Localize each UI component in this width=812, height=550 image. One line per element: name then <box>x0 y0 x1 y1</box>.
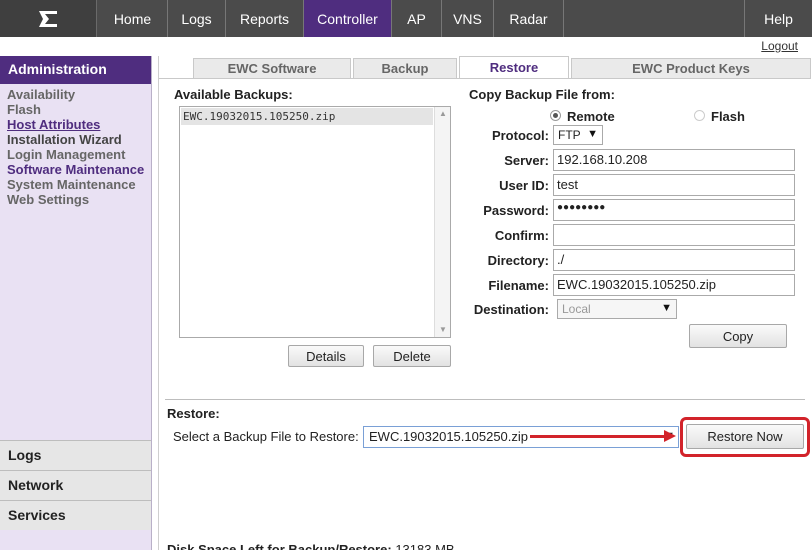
app-window: Home Logs Reports Controller AP VNS Rada… <box>0 0 812 550</box>
nav-controller[interactable]: Controller <box>304 0 392 37</box>
extreme-logo[interactable] <box>0 0 97 37</box>
userid-label: User ID: <box>499 178 549 193</box>
restore-section-title: Restore: <box>167 406 220 421</box>
nav-ap[interactable]: AP <box>392 0 442 37</box>
available-backups-title: Available Backups: <box>174 87 293 102</box>
flash-radio-label: Flash <box>711 109 745 124</box>
scroll-down-icon[interactable]: ▼ <box>439 325 447 334</box>
flash-radio[interactable] <box>694 110 705 121</box>
extreme-logo-icon <box>39 10 57 27</box>
filename-label: Filename: <box>488 278 549 293</box>
disk-space-info: Disk Space Left for Backup/Restore: 1318… <box>167 542 455 550</box>
nav-logs[interactable]: Logs <box>168 0 226 37</box>
sidebar: Administration Availability Flash Host A… <box>0 56 152 550</box>
server-input[interactable]: 192.168.10.208 <box>553 149 795 171</box>
annotation-arrow <box>530 435 670 438</box>
section-divider <box>165 399 805 400</box>
tab-bar: EWC Software Backup Restore EWC Product … <box>159 56 811 79</box>
destination-select[interactable]: Local ▼ <box>557 299 677 319</box>
delete-button[interactable]: Delete <box>373 345 451 367</box>
tab-ewc-software[interactable]: EWC Software <box>193 58 351 79</box>
confirm-label: Confirm: <box>494 228 549 243</box>
backup-list-item[interactable]: EWC.19032015.105250.zip <box>181 108 433 125</box>
directory-label: Directory: <box>487 253 549 268</box>
nav-radar[interactable]: Radar <box>494 0 564 37</box>
restore-file-value: EWC.19032015.105250.zip <box>369 429 529 444</box>
tab-restore[interactable]: Restore <box>459 56 569 79</box>
confirm-input[interactable] <box>553 224 795 246</box>
remote-radio[interactable] <box>550 110 561 121</box>
protocol-value: FTP <box>558 128 581 142</box>
annotation-arrowhead <box>664 430 676 442</box>
password-label: Password: <box>483 203 549 218</box>
destination-label: Destination: <box>473 302 549 317</box>
sidebar-item-login-management[interactable]: Login Management <box>7 147 151 162</box>
sidebar-header-administration[interactable]: Administration <box>0 56 151 84</box>
restore-now-highlight <box>680 417 810 457</box>
nav-vns[interactable]: VNS <box>442 0 494 37</box>
protocol-select[interactable]: FTP ▼ <box>553 125 603 145</box>
disk-space-label: Disk Space Left for Backup/Restore: <box>167 542 392 550</box>
main-content: EWC Software Backup Restore EWC Product … <box>158 56 811 550</box>
logout-link[interactable]: Logout <box>761 39 798 53</box>
remote-radio-label: Remote <box>567 109 615 124</box>
password-input[interactable]: ●●●●●●●● <box>553 199 795 221</box>
restore-panel: Available Backups: EWC.19032015.105250.z… <box>159 78 811 550</box>
restore-select-label: Select a Backup File to Restore: <box>173 429 359 444</box>
protocol-label: Protocol: <box>491 128 549 143</box>
scroll-up-icon[interactable]: ▲ <box>439 109 447 118</box>
sidebar-section-network[interactable]: Network <box>0 470 151 500</box>
directory-input[interactable]: ./ <box>553 249 795 271</box>
sidebar-item-availability[interactable]: Availability <box>7 87 151 102</box>
sidebar-item-installation-wizard[interactable]: Installation Wizard <box>7 132 151 147</box>
sidebar-item-web-settings[interactable]: Web Settings <box>7 192 151 207</box>
disk-space-value: 13183 MB <box>395 542 455 550</box>
sidebar-item-system-maintenance[interactable]: System Maintenance <box>7 177 151 192</box>
sidebar-section-services[interactable]: Services <box>0 500 151 530</box>
sidebar-section-logs[interactable]: Logs <box>0 440 151 470</box>
chevron-down-icon: ▼ <box>587 128 598 140</box>
sidebar-menu: Availability Flash Host Attributes Insta… <box>0 84 151 207</box>
nav-help[interactable]: Help <box>744 0 812 37</box>
nav-home[interactable]: Home <box>98 0 168 37</box>
tab-ewc-product-keys[interactable]: EWC Product Keys <box>571 58 811 79</box>
nav-reports[interactable]: Reports <box>226 0 304 37</box>
copy-backup-title: Copy Backup File from: <box>469 87 615 102</box>
top-nav: Home Logs Reports Controller AP VNS Rada… <box>0 0 812 37</box>
listbox-scrollbar[interactable]: ▲ ▼ <box>434 107 450 337</box>
filename-input[interactable]: EWC.19032015.105250.zip <box>553 274 795 296</box>
destination-value: Local <box>562 302 591 316</box>
details-button[interactable]: Details <box>288 345 364 367</box>
tab-backup[interactable]: Backup <box>353 58 457 79</box>
sidebar-item-software-maintenance[interactable]: Software Maintenance <box>7 162 151 177</box>
sidebar-item-host-attributes[interactable]: Host Attributes <box>7 117 151 132</box>
chevron-down-icon: ▼ <box>661 302 672 314</box>
userid-input[interactable]: test <box>553 174 795 196</box>
server-label: Server: <box>504 153 549 168</box>
sidebar-item-flash[interactable]: Flash <box>7 102 151 117</box>
backups-listbox[interactable]: EWC.19032015.105250.zip ▲ ▼ <box>179 106 451 338</box>
copy-button[interactable]: Copy <box>689 324 787 348</box>
